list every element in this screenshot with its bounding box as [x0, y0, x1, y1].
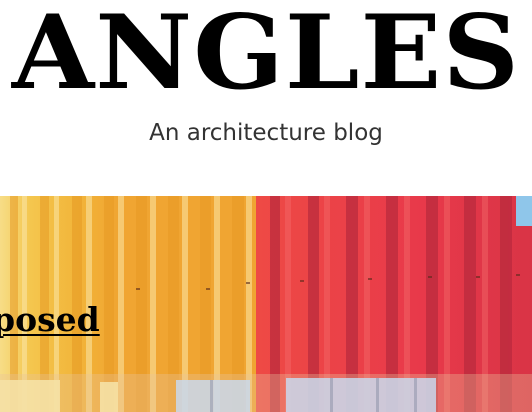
site-header: ANGLES An architecture blog: [0, 0, 532, 196]
featured-post-title: posed: [0, 300, 100, 340]
featured-post-title-link[interactable]: posed: [0, 300, 100, 340]
site-title[interactable]: ANGLES: [0, 0, 532, 108]
page: ANGLES An architecture blog posed: [0, 0, 532, 412]
featured-post-hero[interactable]: posed: [0, 196, 532, 412]
site-tagline: An architecture blog: [149, 120, 383, 146]
